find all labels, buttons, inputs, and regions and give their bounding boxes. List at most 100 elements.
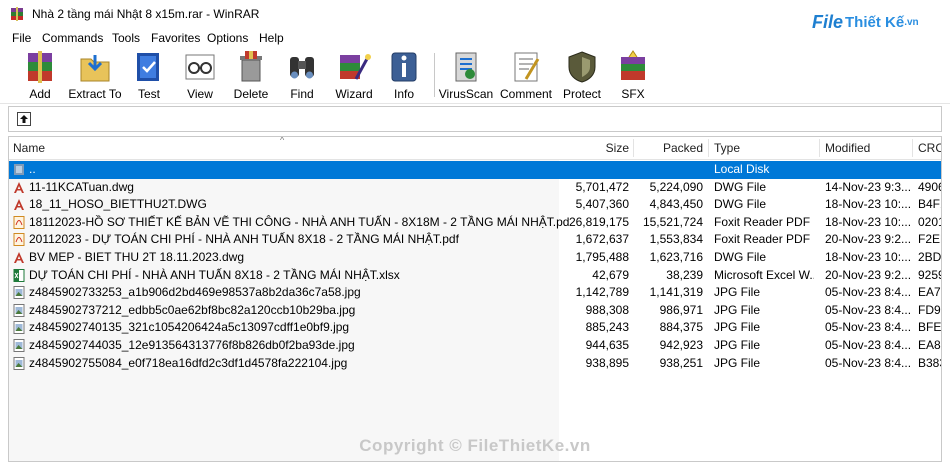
file-type: Local Disk	[714, 162, 770, 176]
winrar-app-icon	[11, 7, 23, 21]
file-size: 26,819,175	[568, 214, 629, 229]
menu-file[interactable]: File	[12, 31, 31, 45]
file-row[interactable]: 18_11_HOSO_BIETTHU2T.DWG 5,407,360 4,843,4…	[9, 196, 941, 214]
file-packed: 15,521,724	[642, 214, 703, 229]
window-title: Nhà 2 tầng mái Nhật 8 x15m.rar - WinRAR	[32, 7, 260, 21]
jpg-file-icon	[13, 286, 25, 300]
file-type: JPG File	[714, 355, 761, 370]
menu-tools[interactable]: Tools	[112, 31, 140, 45]
list-header: Name ^ Size Packed Type Modified CRC3	[9, 136, 941, 160]
up-folder-icon[interactable]	[17, 112, 31, 126]
file-crc: 2BDF	[918, 250, 942, 264]
file-modified: 18-Nov-23 10:...	[825, 250, 912, 264]
column-header-name[interactable]: Name	[13, 137, 45, 159]
file-crc	[918, 161, 941, 179]
menu-favorites[interactable]: Favorites	[151, 31, 200, 45]
file-row[interactable]: z4845902755084_e0f718ea16dfd2c3df1d4578f…	[9, 355, 941, 373]
file-crc: EA76	[918, 285, 941, 300]
file-size: 944,635	[585, 338, 629, 352]
file-packed	[629, 161, 703, 179]
test-book-icon	[137, 53, 159, 81]
file-modified: 18-Nov-23 10:...	[825, 197, 912, 212]
file-size: 938,895	[585, 355, 629, 370]
shield-icon	[568, 51, 596, 83]
file-row[interactable]: z4845902737212_edbb5c0ae62bf8bc82a120ccb…	[9, 302, 941, 320]
file-name: DỰ TOÁN CHI PHÍ - NHÀ ANH TUẤN 8X18 - 2 …	[29, 267, 400, 282]
file-packed: 38,239	[666, 267, 703, 282]
copyright-watermark: Copyright © FileThietKe.vn	[359, 436, 591, 455]
file-name: 20112023 - DỰ TOÁN CHI PHÍ - NHÀ ANH TUẤ…	[29, 232, 459, 247]
menu-bar: File Commands Tools Favorites Options He…	[0, 29, 950, 47]
comment-button[interactable]: Comment	[496, 49, 556, 101]
file-size: 988,308	[585, 302, 629, 317]
file-packed: 4,843,450	[649, 197, 703, 212]
file-name: z4845902744035_12e913564313776f8b826db0f…	[29, 338, 355, 352]
add-archive-icon	[28, 51, 52, 83]
menu-options[interactable]: Options	[207, 31, 248, 45]
add-button[interactable]: Add	[10, 49, 70, 101]
jpg-file-icon	[13, 356, 25, 370]
file-crc: BFE9	[918, 320, 942, 335]
file-name: 11-11KCATuan.dwg	[29, 179, 134, 194]
file-row[interactable]: DỰ TOÁN CHI PHÍ - NHÀ ANH TUẤN 8X18 - 2 …	[9, 267, 941, 285]
file-size: 885,243	[585, 320, 629, 335]
file-name: BV MEP - BIET THU 2T 18.11.2023.dwg	[29, 250, 244, 264]
column-header-size[interactable]: Size	[549, 137, 629, 159]
binoculars-icon	[290, 57, 314, 79]
file-row[interactable]: z4845902744035_12e913564313776f8b826db0f…	[9, 337, 941, 355]
title-bar: Nhà 2 tầng mái Nhật 8 x15m.rar - WinRAR …	[0, 0, 950, 32]
jpg-file-icon	[13, 303, 25, 317]
column-header-modified[interactable]: Modified	[825, 137, 870, 159]
file-row[interactable]: .. Local Disk	[9, 161, 941, 179]
file-modified: 05-Nov-23 8:4...	[825, 285, 912, 300]
file-packed: 938,251	[659, 355, 703, 370]
parent-folder-icon	[14, 164, 24, 175]
file-type: DWG File	[714, 179, 766, 194]
file-row[interactable]: z4845902740135_321c1054206424a5c13097cdf…	[9, 319, 942, 337]
column-header-type[interactable]: Type	[714, 137, 740, 159]
virusscan-button[interactable]: VirusScan	[436, 49, 496, 101]
file-packed: 1,553,834	[649, 232, 703, 247]
find-button[interactable]: Find	[272, 49, 332, 101]
file-row[interactable]: z4845902733253_a1b906d2bd469e98537a8b2da…	[9, 284, 941, 302]
wizard-icon	[340, 54, 371, 80]
sfx-button[interactable]: SFX	[603, 49, 663, 101]
comment-icon	[514, 52, 540, 82]
file-row[interactable]: 18112023-HỒ SƠ THIẾT KẾ BẢN VẼ THI CÔNG …	[9, 214, 941, 232]
dwg-file-icon	[14, 199, 24, 211]
file-row[interactable]: 11-11KCATuan.dwg 5,701,472 5,224,090 DWG Fi…	[9, 179, 941, 197]
file-row[interactable]: 20112023 - DỰ TOÁN CHI PHÍ - NHÀ ANH TUẤ…	[9, 231, 941, 249]
pdf-file-icon	[13, 215, 25, 229]
file-modified: 05-Nov-23 8:4...	[825, 320, 912, 335]
view-glasses-icon	[185, 54, 215, 80]
delete-bin-icon	[240, 51, 262, 82]
file-crc: 92591	[918, 267, 941, 282]
file-type: DWG File	[714, 197, 766, 212]
menu-help[interactable]: Help	[259, 31, 284, 45]
file-crc: 4906A	[918, 179, 941, 194]
file-packed: 942,923	[659, 338, 703, 352]
extract-folder-icon	[80, 55, 110, 82]
extract-to-button[interactable]: Extract To	[65, 49, 125, 101]
info-button[interactable]: Info	[374, 49, 434, 101]
file-type: JPG File	[714, 302, 761, 317]
file-size	[549, 161, 629, 179]
file-size: 5,701,472	[575, 179, 629, 194]
menu-commands[interactable]: Commands	[42, 31, 103, 45]
file-crc: EA82	[918, 338, 941, 352]
dwg-file-icon	[14, 181, 24, 193]
pdf-file-icon	[13, 233, 25, 247]
jpg-file-icon	[13, 321, 25, 335]
file-crc: 0201E	[918, 214, 941, 229]
column-header-crc[interactable]: CRC3	[918, 137, 941, 159]
file-name: z4845902755084_e0f718ea16dfd2c3df1d4578f…	[29, 355, 348, 370]
file-row[interactable]: BV MEP - BIET THU 2T 18.11.2023.dwg 1,795…	[9, 249, 942, 267]
sort-arrow-icon: ^	[280, 136, 285, 145]
file-list: Name ^ Size Packed Type Modified CRC3 ..…	[8, 136, 942, 462]
toolbar: Add Extract To Test View Delete Find Wiz…	[0, 47, 950, 104]
file-modified: 18-Nov-23 10:...	[825, 214, 912, 229]
column-header-packed[interactable]: Packed	[629, 137, 703, 159]
header-separator	[708, 139, 709, 157]
file-name: z4845902737212_edbb5c0ae62bf8bc82a120ccb…	[29, 302, 356, 317]
file-crc: B4F1	[918, 197, 941, 212]
